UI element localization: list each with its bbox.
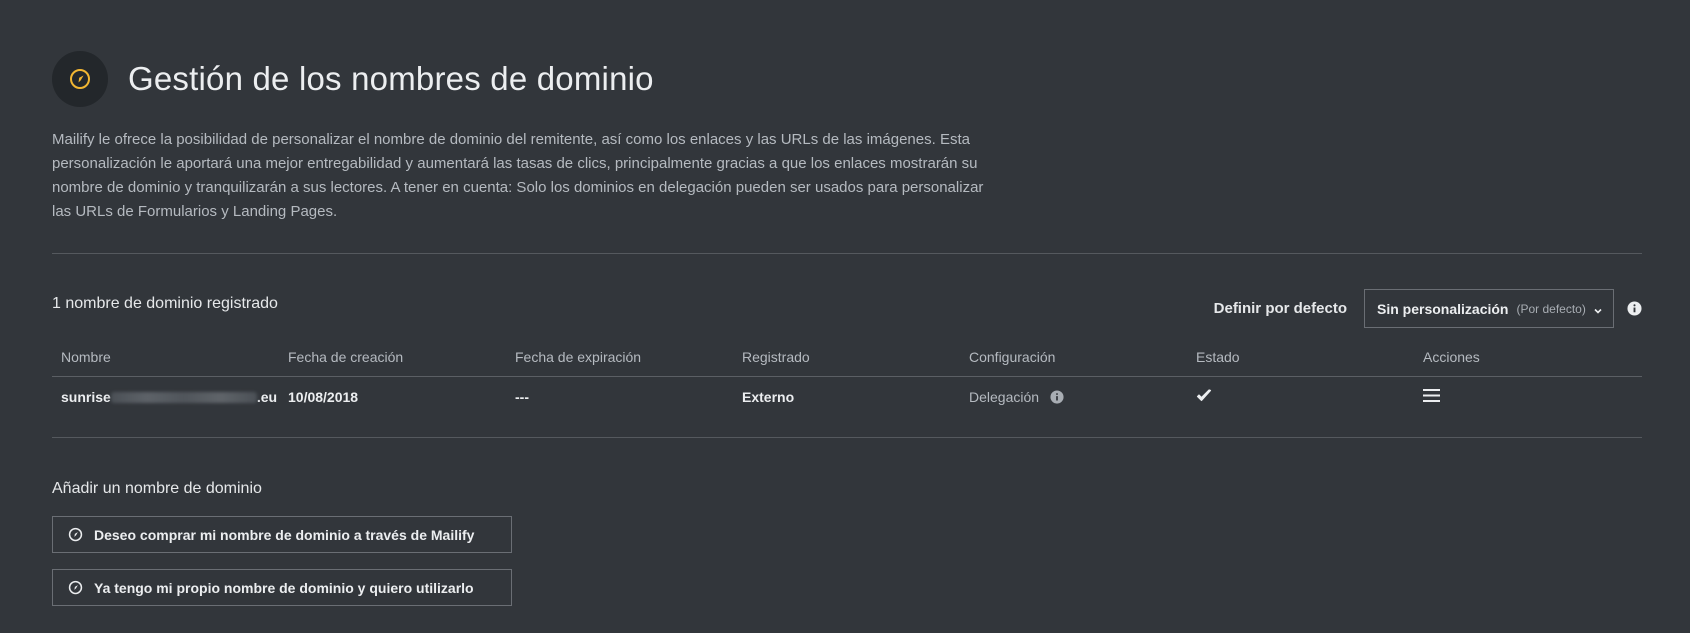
select-sub: (Por defecto) — [1516, 301, 1586, 316]
info-icon[interactable] — [1050, 390, 1064, 404]
divider — [52, 437, 1642, 438]
column-header-status: Estado — [1196, 349, 1240, 365]
configuration-cell: Delegación — [960, 389, 1187, 405]
table-row: sunrise .eu 10/08/2018 --- Externo Delega… — [52, 377, 1642, 417]
column-header-name: Nombre — [61, 349, 111, 365]
info-icon[interactable] — [1626, 301, 1642, 317]
menu-icon[interactable] — [1423, 388, 1440, 403]
page-header: Gestión de los nombres de dominio — [52, 51, 654, 107]
configuration-value: Delegación — [969, 389, 1040, 405]
domains-table: Nombre Fecha de creación Fecha de expira… — [52, 349, 1642, 417]
created-date-cell: 10/08/2018 — [288, 389, 359, 405]
domain-name-suffix: .eu — [256, 389, 278, 405]
buy-domain-label: Deseo comprar mi nombre de dominio a tra… — [94, 526, 475, 543]
page-title: Gestión de los nombres de dominio — [128, 60, 654, 97]
intro-text: Mailify le ofrece la posibilidad de pers… — [52, 131, 984, 220]
column-header-expires: Fecha de expiración — [515, 349, 642, 365]
check-icon — [1196, 388, 1212, 401]
actions-cell — [1414, 388, 1642, 406]
redacted-text — [110, 392, 257, 403]
select-value: Sin personalización — [1377, 300, 1509, 317]
compass-icon — [68, 527, 83, 542]
compass-icon — [68, 580, 83, 595]
status-cell — [1187, 388, 1414, 406]
domain-count-label: 1 nombre de dominio registrado — [52, 295, 278, 312]
own-domain-label: Ya tengo mi propio nombre de dominio y q… — [94, 579, 474, 596]
domain-name-cell: sunrise .eu — [52, 389, 279, 405]
buy-domain-button[interactable]: Deseo comprar mi nombre de dominio a tra… — [52, 516, 512, 553]
column-header-configuration: Configuración — [969, 349, 1056, 365]
chevron-down-icon — [1593, 303, 1603, 321]
expiration-date-cell: --- — [515, 389, 529, 405]
table-header: Nombre Fecha de creación Fecha de expira… — [52, 349, 1642, 377]
column-header-created: Fecha de creación — [288, 349, 404, 365]
default-domain-select[interactable]: Sin personalización (Por defecto) — [1364, 289, 1614, 328]
domain-name-prefix: sunrise — [61, 389, 111, 405]
registered-cell: Externo — [742, 389, 795, 405]
default-label: Definir por defecto — [1213, 300, 1347, 317]
column-header-registered: Registrado — [742, 349, 810, 365]
domain-management-page: Gestión de los nombres de dominio Mailif… — [0, 0, 1690, 633]
add-domain-title: Añadir un nombre de dominio — [52, 480, 262, 497]
default-domain-row: Definir por defecto Sin personalización … — [1214, 289, 1642, 328]
compass-icon — [52, 51, 108, 107]
divider — [52, 253, 1642, 254]
column-header-actions: Acciones — [1423, 349, 1480, 365]
own-domain-button[interactable]: Ya tengo mi propio nombre de dominio y q… — [52, 569, 512, 606]
